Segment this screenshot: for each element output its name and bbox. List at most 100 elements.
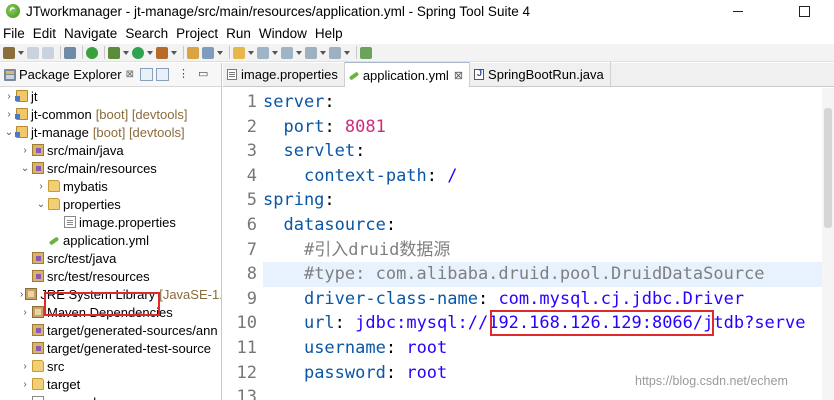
tree-item[interactable]: ⌄ jt-manage [boot] [devtools] (0, 123, 221, 141)
code-line[interactable]: #type: com.alibaba.druid.pool.DruidDataS… (263, 262, 834, 287)
tree-item[interactable]: src/test/resources (0, 267, 221, 285)
forward-icon[interactable] (329, 46, 341, 59)
chevron-right-icon[interactable]: › (20, 357, 30, 375)
tree-item[interactable]: target/generated-sources/ann (0, 321, 221, 339)
back-dropdown-icon[interactable] (320, 47, 326, 59)
tree-item[interactable]: target/generated-test-source (0, 339, 221, 357)
next-annotation-icon[interactable] (257, 46, 269, 59)
open-perspective-icon[interactable] (360, 46, 372, 59)
chevron-right-icon[interactable]: › (20, 285, 23, 303)
new-icon[interactable] (3, 46, 15, 59)
chevron-right-icon[interactable]: › (20, 141, 30, 159)
tree-item[interactable]: src/test/java (0, 249, 221, 267)
menu-help[interactable]: Help (311, 26, 347, 41)
view-menu-icon[interactable]: ⋮ (178, 68, 191, 81)
scrollbar-thumb[interactable] (824, 108, 832, 228)
tree-item[interactable]: application.yml (0, 231, 221, 249)
code-editor[interactable]: 1 2 3 4 5 6 7 8 9 10 11 12 13 server: port: 8081 ser… (223, 88, 834, 400)
new-java-project-icon[interactable] (187, 46, 199, 59)
editor-tab[interactable]: SpringBootRun.java (470, 62, 611, 86)
external-tools-dropdown-icon[interactable] (171, 47, 177, 59)
tree-item[interactable]: › src (0, 357, 221, 375)
back-icon[interactable] (305, 46, 317, 59)
menu-navigate[interactable]: Navigate (60, 26, 121, 41)
search-dropdown-icon[interactable] (248, 47, 254, 59)
maximize-button[interactable] (784, 0, 824, 22)
forward-dropdown-icon[interactable] (344, 47, 350, 59)
project-icon (15, 90, 28, 102)
new-dropdown-icon[interactable] (18, 47, 24, 59)
chevron-down-icon[interactable]: ⌄ (36, 195, 46, 213)
file-icon (32, 396, 44, 400)
next-annotation-dropdown-icon[interactable] (272, 47, 278, 59)
terminal-icon[interactable] (64, 46, 76, 59)
toolbar-separator (104, 46, 105, 59)
code-line[interactable]: server: (263, 90, 834, 115)
boot-dashboard-icon[interactable] (86, 46, 98, 59)
package-explorer-title[interactable]: Package Explorer (19, 67, 122, 82)
link-with-editor-icon[interactable] (156, 68, 169, 81)
code-line[interactable]: username: root (263, 336, 834, 361)
open-type-icon[interactable] (202, 46, 214, 59)
code-line[interactable]: context-path: / (263, 164, 834, 189)
tree-item-label: image.properties (79, 214, 176, 230)
search-icon[interactable] (233, 46, 245, 59)
menu-edit[interactable]: Edit (29, 26, 60, 41)
tree-item-label: jt-common (31, 106, 92, 122)
chevron-down-icon[interactable]: ⌄ (4, 123, 14, 141)
tree-item[interactable]: › target (0, 375, 221, 393)
chevron-right-icon[interactable]: › (20, 303, 30, 321)
chevron-down-icon[interactable]: ⌄ (20, 159, 30, 177)
chevron-right-icon[interactable]: › (4, 105, 14, 123)
line-number: 11 (236, 338, 257, 358)
menu-window[interactable]: Window (255, 26, 311, 41)
tree-item[interactable]: › src/main/java (0, 141, 221, 159)
close-tab-icon[interactable]: ⊠ (454, 69, 463, 82)
code-line[interactable]: #引入druid数据源 (263, 238, 834, 263)
tree-item[interactable]: ⌄ properties (0, 195, 221, 213)
menu-project[interactable]: Project (172, 26, 222, 41)
menu-file[interactable]: File (0, 26, 29, 41)
code-line[interactable]: port: 8081 (263, 115, 834, 140)
minimize-button[interactable] (718, 0, 758, 22)
save-icon[interactable] (27, 46, 39, 59)
chevron-right-icon[interactable]: › (4, 87, 14, 105)
open-type-dropdown-icon[interactable] (217, 47, 223, 59)
editor-tab[interactable]: image.properties (223, 62, 345, 86)
collapse-all-icon[interactable] (140, 68, 153, 81)
run-dropdown-icon[interactable] (147, 47, 153, 59)
code-line[interactable]: datasource: (263, 213, 834, 238)
code-line[interactable]: spring: (263, 188, 834, 213)
close-icon[interactable]: ⊠ (126, 69, 134, 80)
tree-item-label: src/main/resources (47, 160, 157, 176)
tree-item[interactable]: › jt-common [boot] [devtools] (0, 105, 221, 123)
external-tools-icon[interactable] (156, 46, 168, 59)
chevron-right-icon[interactable]: › (20, 375, 30, 393)
yaml-key: username (303, 338, 386, 358)
chevron-right-icon[interactable]: › (36, 177, 46, 195)
code-line[interactable]: driver-class-name: com.mysql.cj.jdbc.Dri… (263, 287, 834, 312)
tree-item[interactable]: image.properties (0, 213, 221, 231)
editor-scrollbar[interactable] (822, 88, 834, 400)
minimize-view-icon[interactable]: ▭ (198, 68, 211, 81)
code-line[interactable]: servlet: (263, 139, 834, 164)
menu-search[interactable]: Search (121, 26, 172, 41)
tree-item[interactable]: pom.xml (0, 393, 221, 400)
run-icon[interactable] (132, 46, 144, 59)
debug-icon[interactable] (108, 46, 120, 59)
menu-run[interactable]: Run (222, 26, 255, 41)
save-all-icon[interactable] (42, 46, 54, 59)
line-number: 4 (246, 165, 257, 186)
previous-annotation-dropdown-icon[interactable] (296, 47, 302, 59)
tree-item[interactable]: › jt (0, 87, 221, 105)
tree-item[interactable]: ⌄ src/main/resources (0, 159, 221, 177)
editor-tab[interactable]: application.yml ⊠ (344, 62, 471, 87)
folder-icon (32, 378, 44, 390)
previous-annotation-icon[interactable] (281, 46, 293, 59)
debug-dropdown-icon[interactable] (123, 47, 129, 59)
tree-item[interactable]: › mybatis (0, 177, 221, 195)
